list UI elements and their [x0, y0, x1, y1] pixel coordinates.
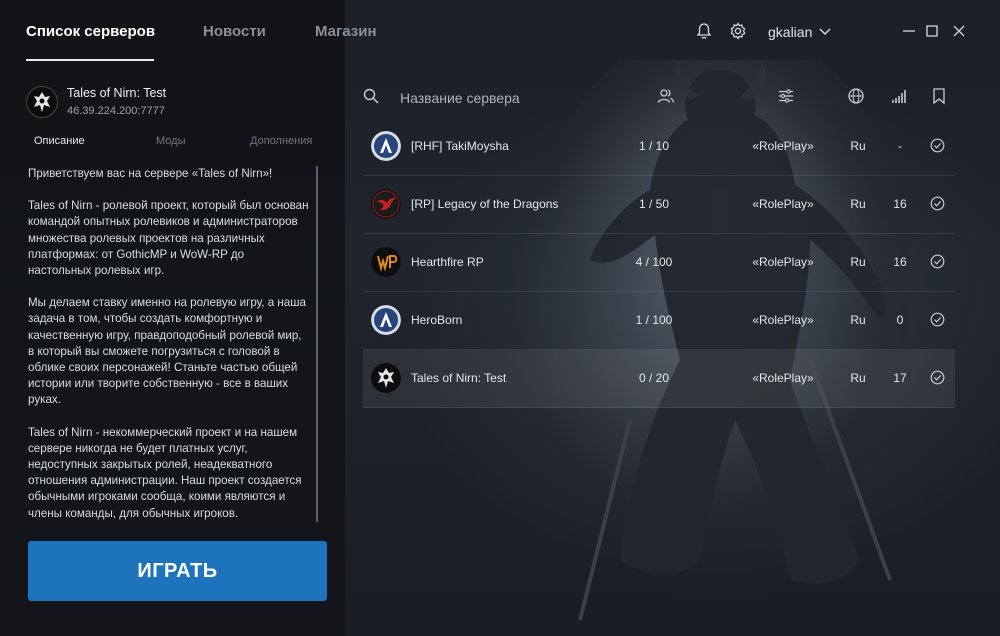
- server-players: 1 / 100: [635, 313, 673, 327]
- server-name: Tales of Nirn: Test: [411, 371, 507, 385]
- server-logo: [26, 86, 58, 118]
- search-input[interactable]: [398, 86, 622, 110]
- tab-news[interactable]: Новости: [203, 23, 266, 40]
- server-description: Приветствуем вас на сервере «Tales of Ni…: [28, 166, 310, 528]
- server-ping: 17: [893, 371, 907, 385]
- server-ping: 16: [893, 197, 907, 211]
- server-logo-icon: [371, 131, 401, 161]
- check-circle-icon: [930, 196, 945, 211]
- server-players: 4 / 100: [635, 255, 673, 269]
- server-ping: 0: [896, 313, 904, 327]
- signal-icon[interactable]: [891, 87, 909, 105]
- server-row[interactable]: [RP] Legacy of the Dragons 1 / 50 «RoleP…: [363, 176, 955, 234]
- search-icon[interactable]: [362, 87, 380, 105]
- tab-description[interactable]: Описание: [34, 135, 85, 147]
- server-language: Ru: [850, 197, 866, 211]
- server-ping: -: [898, 139, 902, 153]
- check-circle-icon: [930, 254, 945, 269]
- filter-icon[interactable]: [777, 87, 795, 105]
- server-players: 1 / 10: [638, 139, 670, 153]
- server-mode: «RolePlay»: [752, 313, 814, 327]
- server-logo-icon: [371, 189, 401, 219]
- server-row[interactable]: [RHF] TakiMoysha 1 / 10 «RolePlay» Ru -: [363, 118, 955, 176]
- description-paragraph: Приветствуем вас на сервере «Tales of Ni…: [28, 167, 273, 180]
- server-row[interactable]: Hearthfire RP 4 / 100 «RolePlay» Ru 16: [363, 234, 955, 292]
- server-name: Hearthfire RP: [411, 255, 484, 269]
- tab-addons[interactable]: Дополнения: [250, 135, 312, 147]
- server-name: [RP] Legacy of the Dragons: [411, 197, 559, 211]
- top-navigation: Список серверов Новости Магазин gkalian: [0, 0, 1000, 62]
- tab-server-list[interactable]: Список серверов: [26, 23, 155, 40]
- description-paragraph: Tales of Nirn - некоммерческий проект и …: [28, 425, 302, 520]
- tab-shop[interactable]: Магазин: [315, 23, 377, 40]
- tab-mods[interactable]: Моды: [156, 135, 186, 147]
- server-row-selected[interactable]: Tales of Nirn: Test 0 / 20 «RolePlay» Ru…: [363, 350, 955, 408]
- server-mode: «RolePlay»: [752, 255, 814, 269]
- server-players: 0 / 20: [638, 371, 670, 385]
- close-icon[interactable]: [950, 22, 968, 40]
- globe-icon[interactable]: [847, 87, 865, 105]
- check-circle-icon: [930, 138, 945, 153]
- check-circle-icon: [930, 312, 945, 327]
- server-language: Ru: [850, 371, 866, 385]
- description-scrollbar[interactable]: [316, 166, 318, 522]
- selected-server-ip: 46.39.224.200:7777: [67, 105, 165, 117]
- bookmark-icon[interactable]: [930, 87, 948, 105]
- players-icon[interactable]: [657, 87, 675, 105]
- play-button[interactable]: ИГРАТЬ: [28, 541, 327, 601]
- server-logo-icon: [371, 363, 401, 393]
- server-players: 1 / 50: [638, 197, 670, 211]
- server-language: Ru: [850, 255, 866, 269]
- server-logo-icon: [371, 305, 401, 335]
- server-name: HeroBorn: [411, 313, 463, 327]
- server-logo-icon: [371, 247, 401, 277]
- server-ping: 16: [893, 255, 907, 269]
- minimize-icon[interactable]: [900, 22, 918, 40]
- description-paragraph: Tales of Nirn - ролевой проект, который …: [28, 199, 309, 278]
- check-circle-icon: [930, 370, 945, 385]
- description-paragraph: Мы делаем ставку именно на ролевую игру,…: [28, 296, 306, 407]
- server-mode: «RolePlay»: [752, 197, 814, 211]
- server-list: [RHF] TakiMoysha 1 / 10 «RolePlay» Ru - …: [363, 118, 955, 408]
- bell-icon[interactable]: [695, 22, 713, 40]
- server-list-header: [362, 80, 962, 114]
- selected-server-name: Tales of Nirn: Test: [67, 86, 167, 100]
- username[interactable]: gkalian: [768, 24, 812, 40]
- server-row[interactable]: HeroBorn 1 / 100 «RolePlay» Ru 0: [363, 292, 955, 350]
- server-name: [RHF] TakiMoysha: [411, 139, 509, 153]
- server-language: Ru: [850, 313, 866, 327]
- active-tab-underline: [26, 59, 154, 61]
- maximize-icon[interactable]: [923, 22, 941, 40]
- server-mode: «RolePlay»: [752, 371, 814, 385]
- gear-icon[interactable]: [729, 22, 747, 40]
- chevron-down-icon[interactable]: [818, 26, 832, 38]
- server-language: Ru: [850, 139, 866, 153]
- server-mode: «RolePlay»: [752, 139, 814, 153]
